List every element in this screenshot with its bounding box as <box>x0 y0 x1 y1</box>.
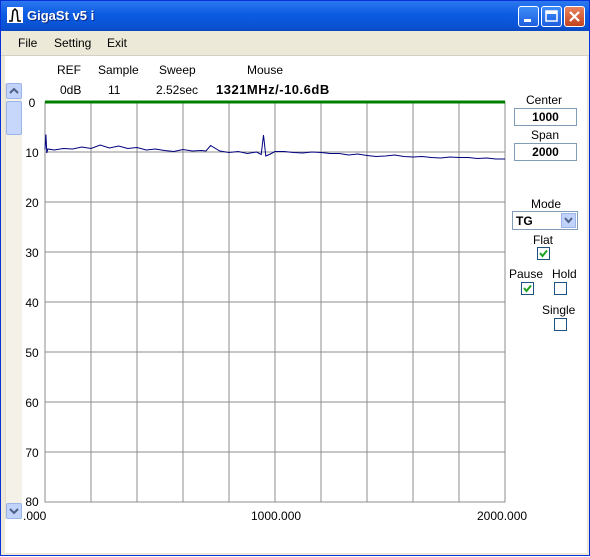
flat-label: Flat <box>533 233 554 247</box>
minimize-button[interactable] <box>518 6 539 27</box>
chevron-down-icon <box>564 217 573 224</box>
menu-file[interactable]: File <box>18 36 37 50</box>
y-tick-label-80: 80 <box>25 495 39 509</box>
scroll-up-button[interactable] <box>6 83 22 99</box>
scroll-thumb[interactable] <box>6 101 22 135</box>
mouse-label: Mouse <box>247 63 284 77</box>
ref-value: 0dB <box>60 83 82 97</box>
span-label: Span <box>531 128 560 142</box>
hold-label: Hold <box>552 267 577 281</box>
x-tick-label-end: 2000.000 <box>477 509 528 523</box>
window-title: GigaSt v5 i <box>27 8 95 23</box>
y-tick-label-30: 30 <box>25 246 39 260</box>
x-tick-label-mid: 1000.000 <box>251 509 302 523</box>
pause-label: Pause <box>509 267 544 281</box>
mode-dropdown-button[interactable] <box>561 213 576 228</box>
checkmark-icon <box>539 249 548 258</box>
menu-setting[interactable]: Setting <box>54 36 91 50</box>
y-tick-label-10: 10 <box>25 146 39 160</box>
y-tick-label-40: 40 <box>25 296 39 310</box>
y-tick-label-50: 50 <box>25 346 39 360</box>
menu-exit[interactable]: Exit <box>107 36 127 50</box>
client-area <box>5 56 587 553</box>
mouse-readout: 1321MHz/-10.6dB <box>216 82 330 97</box>
app-window: GigaSt v5 i File Setting Exit REF 0dB Sa… <box>0 0 590 556</box>
mode-select[interactable]: TG <box>512 211 578 230</box>
minimize-icon <box>524 19 531 22</box>
chevron-down-icon <box>9 508 19 515</box>
app-icon <box>7 7 23 23</box>
x-tick-label-start: .000 <box>23 509 47 523</box>
sample-value: 11 <box>108 83 121 97</box>
single-label: Single <box>542 303 576 317</box>
scroll-down-button[interactable] <box>6 503 22 519</box>
ref-label: REF <box>57 63 81 77</box>
y-tick-label-60: 60 <box>25 396 39 410</box>
sample-label: Sample <box>98 63 139 77</box>
flat-checkbox[interactable] <box>537 247 550 260</box>
sweep-value: 2.52sec <box>156 83 199 97</box>
hold-checkbox[interactable] <box>554 282 567 295</box>
single-checkbox[interactable] <box>554 318 567 331</box>
y-tick-label-70: 70 <box>25 446 39 460</box>
center-label: Center <box>526 93 563 107</box>
title-bar[interactable]: GigaSt v5 i <box>1 1 589 31</box>
y-tick-label-20: 20 <box>25 196 39 210</box>
center-input[interactable]: 1000 <box>514 108 577 126</box>
maximize-icon <box>545 10 558 22</box>
maximize-button[interactable] <box>541 6 562 27</box>
checkmark-icon <box>523 284 532 293</box>
pause-checkbox[interactable] <box>521 282 534 295</box>
close-icon <box>569 11 580 22</box>
mode-select-value: TG <box>516 214 533 228</box>
mode-label: Mode <box>531 197 562 211</box>
chevron-up-icon <box>9 87 19 94</box>
vertical-scrollbar[interactable] <box>5 83 22 519</box>
menu-bar: File Setting Exit <box>1 31 589 56</box>
span-input[interactable]: 2000 <box>514 143 577 161</box>
y-tick-label-0: 0 <box>28 96 36 110</box>
close-button[interactable] <box>564 6 585 27</box>
sweep-label: Sweep <box>159 63 196 77</box>
